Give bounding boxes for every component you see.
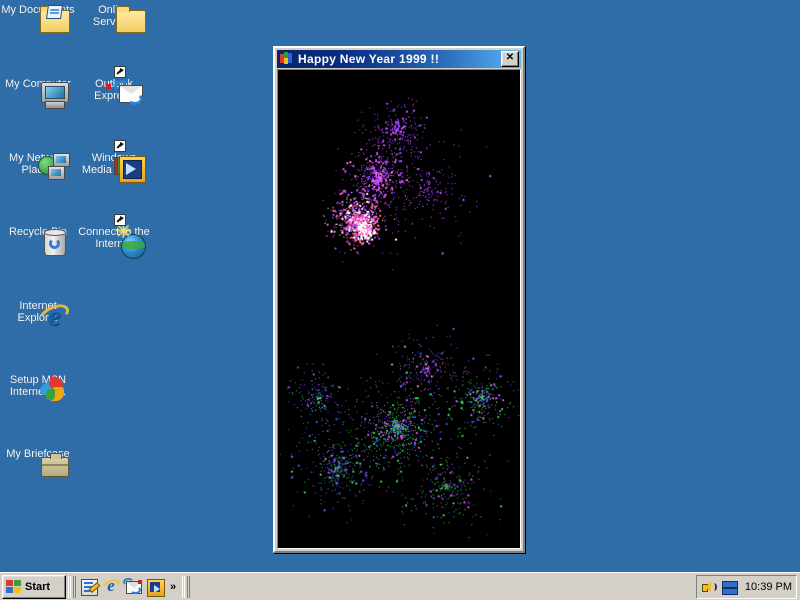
start-button-label: Start [25, 580, 51, 593]
close-icon[interactable]: ✕ [501, 51, 519, 67]
desktop-icon-my-network-places[interactable]: My Network Places [0, 152, 76, 180]
toolbar-grip-2[interactable] [182, 575, 190, 598]
window-titlebar[interactable]: Happy New Year 1999 !! ✕ [277, 50, 521, 68]
desktop-icon-my-documents[interactable]: My Documents [0, 4, 76, 33]
desktop-icon-connect-to-internet[interactable]: Connect to the Internet [76, 214, 152, 259]
window-title: Happy New Year 1999 !! [298, 52, 440, 66]
desktop-icon-setup-msn[interactable]: Setup MSN Internet A... [0, 374, 76, 401]
desktop-icon-windows-media-player[interactable]: Windows Media Player [76, 140, 152, 183]
fireworks-canvas [278, 70, 520, 548]
taskbar[interactable]: Start e» 10:39 PM [0, 572, 800, 600]
desktop-icon-outlook-express[interactable]: Outlook Express [76, 66, 152, 105]
start-button[interactable]: Start [2, 574, 66, 599]
toolbar-grip[interactable] [68, 575, 76, 598]
desktop-icon-my-briefcase[interactable]: My Briefcase [0, 448, 76, 477]
quicklaunch-launch-outlook-express[interactable] [123, 577, 143, 597]
desktop-icon-recycle-bin[interactable]: Recycle Bin [0, 226, 76, 256]
task-buttons-area[interactable] [192, 576, 696, 598]
desktop-icon-label: Setup MSN Internet A... [9, 374, 66, 398]
quicklaunch-overflow-chevron-icon[interactable]: » [166, 577, 180, 597]
desktop-icon-online-services[interactable]: Online Services [76, 4, 152, 33]
desktop-icon-my-computer[interactable]: My Computer [0, 78, 76, 109]
task-scheduler-icon[interactable] [721, 579, 738, 595]
quicklaunch-show-desktop[interactable] [79, 577, 99, 597]
fireworks-app-icon [279, 52, 295, 66]
quick-launch-toolbar[interactable]: e» [78, 575, 180, 599]
windows-flag-icon [6, 579, 22, 594]
quicklaunch-windows-media-player[interactable] [145, 577, 165, 597]
desktop-icon-internet-explorer[interactable]: e Internet Explorer [0, 300, 76, 331]
system-tray[interactable]: 10:39 PM [695, 574, 797, 599]
clock[interactable]: 10:39 PM [741, 581, 792, 593]
quicklaunch-launch-internet-explorer[interactable]: e [101, 576, 121, 597]
fireworks-canvas-frame [277, 69, 521, 549]
fireworks-window[interactable]: Happy New Year 1999 !! ✕ [273, 46, 525, 553]
volume-icon[interactable] [701, 579, 717, 595]
